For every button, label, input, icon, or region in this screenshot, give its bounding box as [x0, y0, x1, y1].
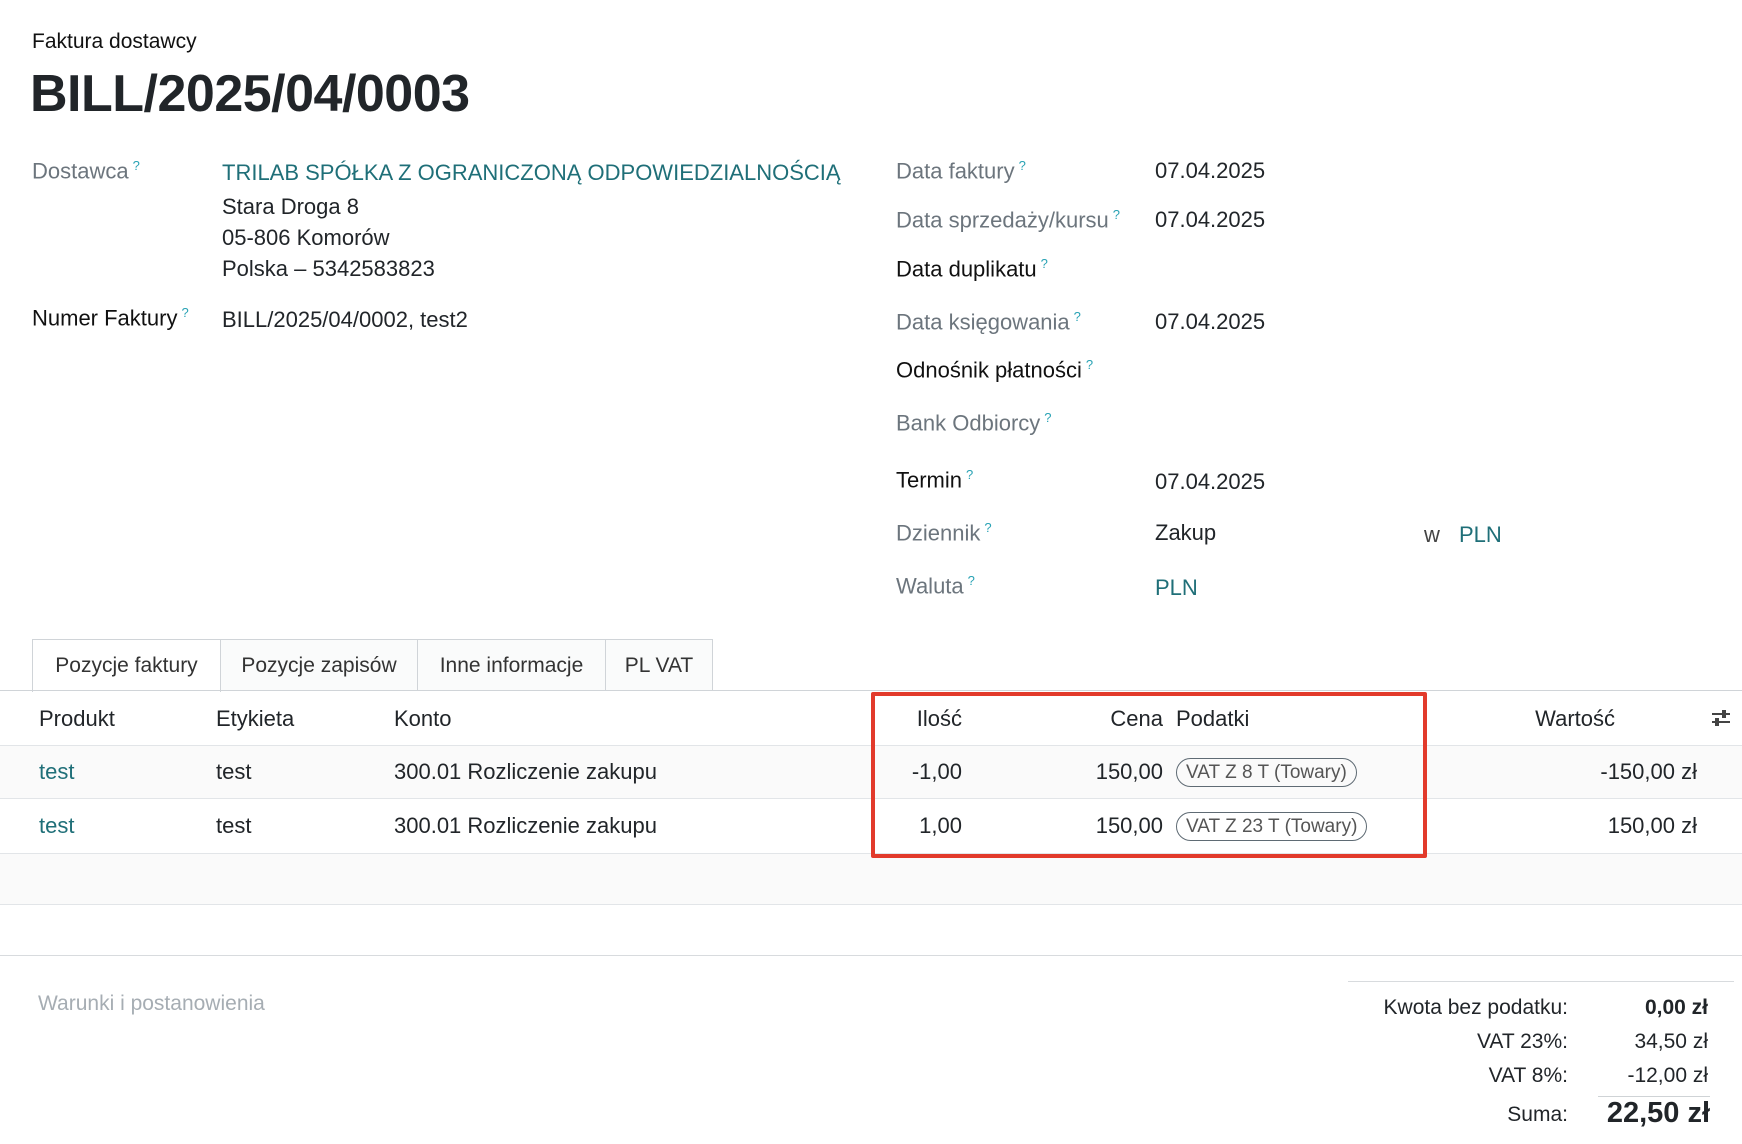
vat23-label: VAT 23%:	[1476, 1030, 1568, 1053]
row-value: 150,00 zł	[1607, 813, 1697, 838]
help-icon[interactable]: ?	[1074, 309, 1081, 324]
help-icon[interactable]: ?	[1113, 207, 1120, 222]
row-divider	[0, 904, 1742, 905]
journal-in-text: w	[1424, 522, 1440, 547]
untaxed-amount-label: Kwota bez podatku:	[1383, 996, 1568, 1019]
due-date-label: Termin?	[896, 467, 973, 493]
add-line-row[interactable]	[0, 854, 1742, 904]
terms-field[interactable]: Warunki i postanowienia	[38, 992, 265, 1016]
help-icon[interactable]: ?	[1041, 256, 1048, 271]
recipient-bank-label: Bank Odbiorcy?	[896, 410, 1052, 436]
column-header-value[interactable]: Wartość	[1500, 706, 1615, 732]
sale-date-field[interactable]: 07.04.2025	[1155, 207, 1265, 233]
recipient-bank-label-text: Bank Odbiorcy	[896, 410, 1041, 436]
vendor-label: Dostawca?	[32, 158, 140, 184]
highlight-box	[871, 692, 1427, 858]
currency-label-text: Waluta	[896, 573, 964, 599]
row-label: test	[216, 813, 252, 838]
invoice-number-label: Numer Faktury?	[32, 305, 189, 331]
vendor-address-line-3: Polska – 5342583823	[222, 256, 435, 281]
record-type-label: Faktura dostawcy	[32, 30, 197, 53]
tab-journal-items[interactable]: Pozycje zapisów	[220, 639, 418, 691]
tab-invoice-lines[interactable]: Pozycje faktury	[32, 639, 221, 692]
vat8-value: -12,00 zł	[1627, 1064, 1708, 1087]
help-icon[interactable]: ?	[984, 520, 991, 535]
help-icon[interactable]: ?	[133, 158, 140, 173]
row-value: -150,00 zł	[1600, 759, 1697, 784]
currency-label: Waluta?	[896, 573, 975, 599]
tab-other-info[interactable]: Inne informacje	[417, 639, 606, 691]
due-date-field[interactable]: 07.04.2025	[1155, 469, 1265, 495]
help-icon[interactable]: ?	[1044, 410, 1051, 425]
invoice-date-label-text: Data faktury	[896, 158, 1015, 184]
total-label: Suma:	[1507, 1103, 1568, 1126]
duplicate-date-field[interactable]	[1155, 252, 1455, 284]
duplicate-date-label: Data duplikatu?	[896, 256, 1048, 282]
totals-divider	[1348, 981, 1734, 982]
due-date-label-text: Termin	[896, 467, 963, 493]
help-icon[interactable]: ?	[1019, 158, 1026, 173]
currency-link[interactable]: PLN	[1155, 575, 1198, 601]
tab-bar-divider	[0, 690, 1742, 691]
invoice-date-field[interactable]: 07.04.2025	[1155, 158, 1265, 184]
column-header-product[interactable]: Produkt	[39, 706, 115, 732]
sliders-icon[interactable]	[1710, 707, 1732, 729]
sale-date-label: Data sprzedaży/kursu?	[896, 207, 1120, 233]
row-label: test	[216, 759, 252, 784]
sale-date-label-text: Data sprzedaży/kursu	[896, 207, 1109, 233]
journal-currency-link[interactable]: PLN	[1459, 522, 1502, 548]
help-icon[interactable]: ?	[181, 305, 188, 320]
journal-label-text: Dziennik	[896, 520, 981, 546]
payment-reference-field[interactable]	[1155, 353, 1455, 385]
vat8-label: VAT 8%:	[1488, 1064, 1568, 1087]
vendor-address-line-1: Stara Droga 8	[222, 194, 359, 219]
duplicate-date-label-text: Data duplikatu	[896, 256, 1037, 282]
row-account: 300.01 Rozliczenie zakupu	[394, 813, 657, 838]
journal-field[interactable]: Zakup	[1155, 520, 1216, 546]
vat23-value: 34,50 zł	[1634, 1030, 1708, 1053]
payment-reference-label-text: Odnośnik płatności	[896, 357, 1082, 383]
invoice-date-label: Data faktury?	[896, 158, 1026, 184]
column-header-account[interactable]: Konto	[394, 706, 452, 732]
page-title: BILL/2025/04/0003	[30, 65, 470, 123]
row-product-link[interactable]: test	[39, 759, 74, 785]
total-value: 22,50 zł	[1606, 1097, 1710, 1129]
recipient-bank-field[interactable]	[1155, 406, 1455, 438]
column-header-label[interactable]: Etykieta	[216, 706, 294, 732]
tab-pl-vat[interactable]: PL VAT	[605, 639, 713, 691]
table-bottom-divider	[0, 955, 1742, 956]
help-icon[interactable]: ?	[1086, 357, 1093, 372]
untaxed-amount-value: 0,00 zł	[1644, 996, 1708, 1019]
row-account: 300.01 Rozliczenie zakupu	[394, 759, 657, 784]
payment-reference-label: Odnośnik płatności?	[896, 357, 1093, 383]
vendor-label-text: Dostawca	[32, 158, 129, 184]
vendor-address-line-2: 05-806 Komorów	[222, 225, 390, 250]
accounting-date-label-text: Data księgowania	[896, 309, 1070, 335]
journal-label: Dziennik?	[896, 520, 992, 546]
invoice-number-field[interactable]: BILL/2025/04/0002, test2	[222, 307, 468, 333]
invoice-number-label-text: Numer Faktury	[32, 305, 178, 331]
help-icon[interactable]: ?	[966, 467, 973, 482]
accounting-date-label: Data księgowania?	[896, 309, 1081, 335]
row-product-link[interactable]: test	[39, 813, 74, 839]
vendor-name-link[interactable]: TRILAB SPÓŁKA Z OGRANICZONĄ ODPOWIEDZIAL…	[222, 160, 841, 186]
help-icon[interactable]: ?	[968, 573, 975, 588]
accounting-date-field[interactable]: 07.04.2025	[1155, 309, 1265, 335]
